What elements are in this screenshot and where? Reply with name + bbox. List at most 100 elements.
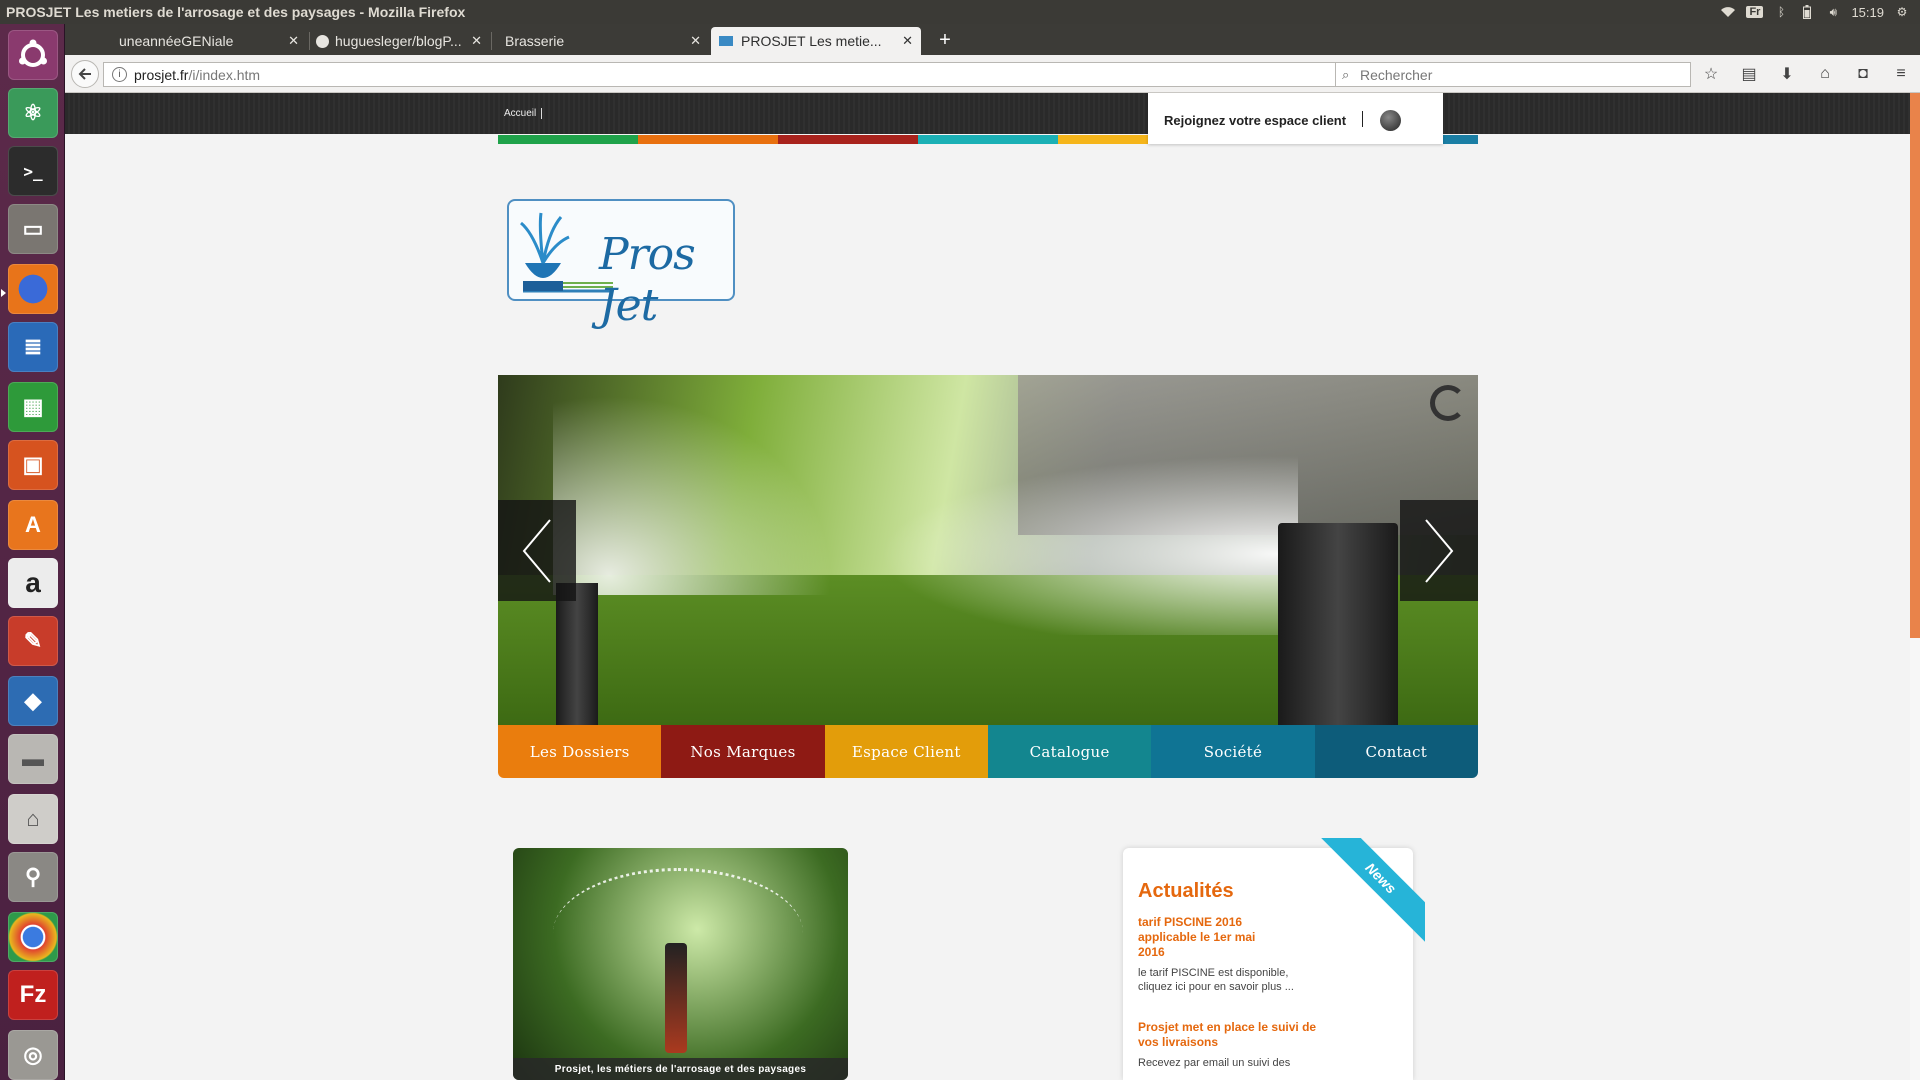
screenshot-icon[interactable]: ◎ xyxy=(8,1030,58,1080)
close-icon[interactable]: ✕ xyxy=(690,33,701,49)
unity-launcher: ⚛ >_ ▭ ≣ ▦ ▣ A a ✎ ◆ ▬ ⌂ ⚲ Fz ◎ xyxy=(0,24,65,1080)
menu-societe[interactable]: Société xyxy=(1151,725,1315,778)
virtualbox-icon[interactable]: ◆ xyxy=(8,676,58,726)
menu-espace-client[interactable]: Espace Client xyxy=(824,725,988,778)
page-scrollbar[interactable] xyxy=(1910,93,1920,1080)
menu-contact[interactable]: Contact xyxy=(1314,725,1478,778)
color-strip-yellow xyxy=(1058,135,1148,144)
tab-2[interactable]: huguesleger/blogP... ✕ xyxy=(310,27,490,55)
water-spray-left xyxy=(553,395,833,595)
software-center-icon[interactable]: A xyxy=(8,500,58,550)
menu-hamburger-icon[interactable]: ≡ xyxy=(1888,61,1914,87)
color-strip-red xyxy=(778,135,918,144)
trash-icon[interactable]: ⌂ xyxy=(8,794,58,844)
volume-icon[interactable]: 🔊︎ xyxy=(1825,5,1841,19)
file-manager-icon[interactable]: ▭ xyxy=(8,204,58,254)
chevron-left-icon xyxy=(522,518,551,583)
browser-tab-bar: uneannéeGENiale ✕ huguesleger/blogP... ✕… xyxy=(65,24,1920,55)
menu-catalogue[interactable]: Catalogue xyxy=(987,725,1152,778)
bookmark-star-icon[interactable]: ☆ xyxy=(1698,61,1724,87)
prosjet-logo[interactable]: Pros Jet xyxy=(507,199,735,331)
home-link[interactable]: Accueil xyxy=(504,108,543,119)
login-toggle-icon[interactable] xyxy=(1380,110,1401,131)
news-ribbon-label: News xyxy=(1314,838,1425,945)
home-icon[interactable]: ⌂ xyxy=(1812,61,1838,87)
news-item-body[interactable]: Recevez par email un suivi des xyxy=(1138,1056,1318,1070)
keyboard-layout-indicator[interactable]: Fr xyxy=(1746,6,1764,18)
scrollbar-thumb[interactable] xyxy=(1910,93,1920,638)
url-path: /i/index.htm xyxy=(188,66,261,83)
filezilla-icon[interactable]: Fz xyxy=(8,970,58,1020)
slider-loading-icon xyxy=(1430,385,1466,421)
color-strip-green xyxy=(498,135,638,144)
news-item-title[interactable]: tarif PISCINE 2016 applicable le 1er mai… xyxy=(1138,915,1258,960)
tab-separator xyxy=(491,32,492,50)
hero-slider[interactable] xyxy=(498,375,1478,725)
terminal-icon[interactable]: >_ xyxy=(8,146,58,196)
chevron-right-icon xyxy=(1425,518,1454,583)
color-strip-orange xyxy=(638,135,778,144)
firefox-icon[interactable] xyxy=(8,264,58,314)
amazon-icon[interactable]: a xyxy=(8,558,58,608)
chrome-icon[interactable] xyxy=(8,912,58,962)
system-top-panel: PROSJET Les metiers de l'arrosage et des… xyxy=(0,0,1920,24)
site-info-icon[interactable]: i xyxy=(112,67,127,82)
pocket-icon[interactable]: ◘ xyxy=(1850,61,1876,87)
client-space-label[interactable]: Rejoignez votre espace client xyxy=(1164,113,1346,128)
search-placeholder: Rechercher xyxy=(1360,66,1433,83)
bluetooth-icon[interactable]: ᛒ xyxy=(1773,5,1789,19)
libreoffice-calc-icon[interactable]: ▦ xyxy=(8,382,58,432)
browser-navigation-bar: i prosjet.fr/i/index.htm ↻ ⌕ Rechercher … xyxy=(65,55,1920,93)
water-spray-right xyxy=(878,455,1298,635)
color-strip-teal xyxy=(918,135,1058,144)
logo-wordmark: Pros Jet xyxy=(599,229,696,331)
close-icon[interactable]: ✕ xyxy=(288,33,299,49)
new-tab-button[interactable]: + xyxy=(932,27,958,53)
url-bar[interactable]: i prosjet.fr/i/index.htm ↻ xyxy=(103,62,1365,87)
system-settings-icon[interactable]: ✎ xyxy=(8,616,58,666)
atom-editor-icon[interactable]: ⚛ xyxy=(8,88,58,138)
slider-prev-button[interactable] xyxy=(498,500,576,601)
featured-photo[interactable]: Prosjet, les métiers de l'arrosage et de… xyxy=(513,848,848,1080)
search-icon: ⌕ xyxy=(1342,67,1350,82)
disk-drive-icon[interactable]: ▬ xyxy=(8,734,58,784)
client-space-box[interactable]: Rejoignez votre espace client xyxy=(1148,93,1443,144)
close-icon[interactable]: ✕ xyxy=(902,33,913,49)
close-icon[interactable]: ✕ xyxy=(471,33,482,49)
battery-icon[interactable] xyxy=(1799,5,1815,19)
running-indicator xyxy=(1,289,6,297)
sprinkler-image xyxy=(665,943,687,1053)
tab-label: PROSJET Les metie... xyxy=(741,33,882,49)
system-tray: Fr ᛒ 🔊︎ 15:19 ⚙ xyxy=(1720,5,1920,20)
news-ribbon: News xyxy=(1305,838,1425,958)
slider-next-button[interactable] xyxy=(1400,500,1478,601)
gear-icon[interactable]: ⚙ xyxy=(1894,5,1910,19)
tab-1[interactable]: uneannéeGENiale ✕ xyxy=(107,27,307,55)
favicon-icon xyxy=(719,36,733,46)
menu-les-dossiers[interactable]: Les Dossiers xyxy=(498,725,662,778)
tab-4-active[interactable]: PROSJET Les metie... ✕ xyxy=(711,27,921,55)
libreoffice-impress-icon[interactable]: ▣ xyxy=(8,440,58,490)
libreoffice-writer-icon[interactable]: ≣ xyxy=(8,322,58,372)
clock[interactable]: 15:19 xyxy=(1851,5,1884,20)
tab-label: Brasserie xyxy=(505,33,565,49)
back-button[interactable] xyxy=(71,60,99,88)
wifi-icon[interactable] xyxy=(1720,5,1736,19)
news-panel: News Actualités tarif PISCINE 2016 appli… xyxy=(1123,838,1425,1080)
tab-label: huguesleger/blogP... xyxy=(335,33,462,49)
usb-drive-icon[interactable]: ⚲ xyxy=(8,852,58,902)
photo-caption: Prosjet, les métiers de l'arrosage et de… xyxy=(513,1058,848,1080)
search-input[interactable]: ⌕ Rechercher xyxy=(1335,62,1691,87)
sprinkler-head-right xyxy=(1278,523,1398,725)
tab-3[interactable]: Brasserie ✕ xyxy=(493,27,709,55)
ubuntu-dash-icon[interactable] xyxy=(8,30,58,80)
main-menu: Les Dossiers Nos Marques Espace Client C… xyxy=(498,725,1478,778)
news-item-title[interactable]: Prosjet met en place le suivi de vos liv… xyxy=(1138,1020,1338,1050)
bookmarks-list-icon[interactable]: ▤ xyxy=(1736,61,1762,87)
downloads-icon[interactable]: ⬇ xyxy=(1774,61,1800,87)
menu-nos-marques[interactable]: Nos Marques xyxy=(661,725,825,778)
news-item[interactable]: Prosjet met en place le suivi de vos liv… xyxy=(1138,1020,1399,1070)
news-item-body[interactable]: le tarif PISCINE est disponible, cliquez… xyxy=(1138,966,1318,994)
url-host: prosjet.fr xyxy=(134,66,189,83)
divider xyxy=(1362,111,1363,127)
